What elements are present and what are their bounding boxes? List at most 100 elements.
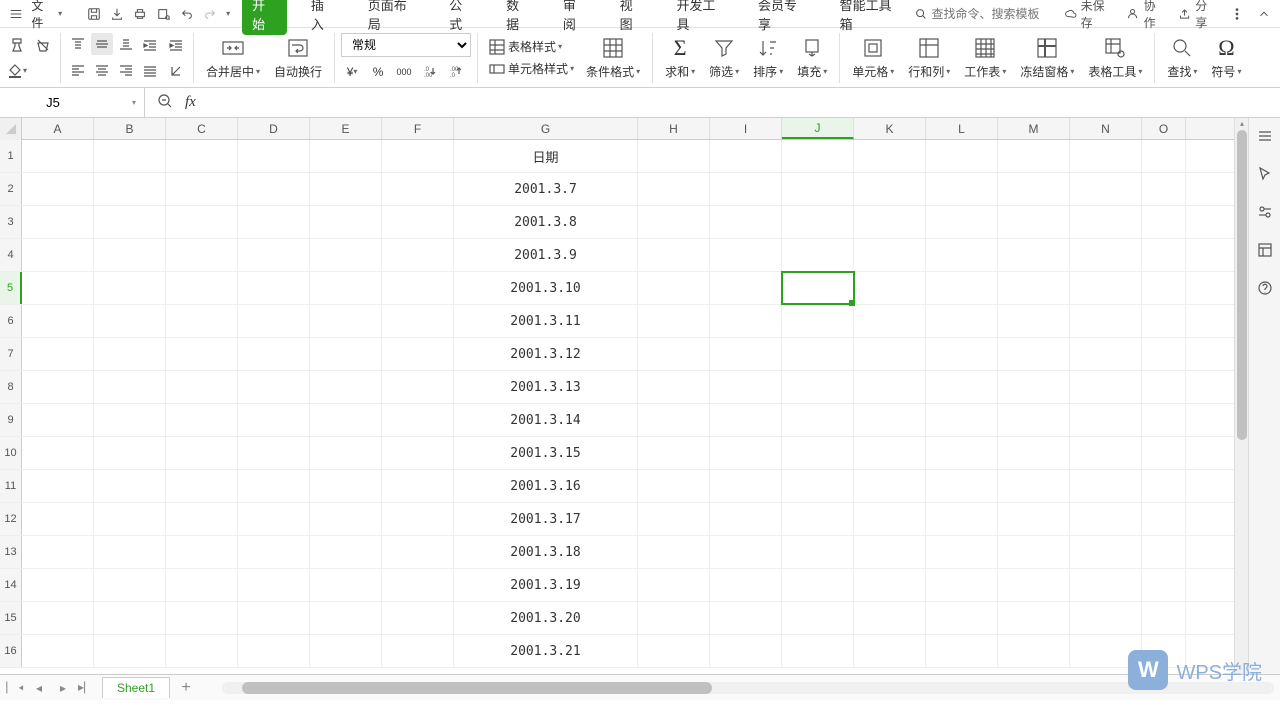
cell-H1[interactable] — [638, 140, 710, 172]
cell-L8[interactable] — [926, 371, 998, 403]
row-header-12[interactable]: 12 — [0, 503, 22, 535]
cell-J3[interactable] — [782, 206, 854, 238]
cell-A14[interactable] — [22, 569, 94, 601]
cell-K9[interactable] — [854, 404, 926, 436]
cell-J8[interactable] — [782, 371, 854, 403]
cell-C4[interactable] — [166, 239, 238, 271]
row-header-3[interactable]: 3 — [0, 206, 22, 238]
cell-C7[interactable] — [166, 338, 238, 370]
cell-M16[interactable] — [998, 635, 1070, 667]
align-top-icon[interactable] — [67, 33, 89, 55]
cell-D5[interactable] — [238, 272, 310, 304]
cell-L4[interactable] — [926, 239, 998, 271]
help-icon[interactable] — [1255, 278, 1275, 298]
search-input[interactable] — [932, 7, 1052, 21]
cell-A4[interactable] — [22, 239, 94, 271]
fill-color-icon[interactable]: ▾ — [6, 60, 28, 82]
cell-M8[interactable] — [998, 371, 1070, 403]
scroll-up-icon[interactable]: ▴ — [1237, 118, 1247, 128]
col-header-N[interactable]: N — [1070, 118, 1142, 139]
cell-H10[interactable] — [638, 437, 710, 469]
undo-icon[interactable] — [179, 6, 194, 22]
col-header-M[interactable]: M — [998, 118, 1070, 139]
cell-H2[interactable] — [638, 173, 710, 205]
cell-I5[interactable] — [710, 272, 782, 304]
sum-button[interactable]: Σ 求和▾ — [659, 33, 701, 82]
cell-C9[interactable] — [166, 404, 238, 436]
sheet-tab-active[interactable]: Sheet1 — [102, 677, 170, 698]
cell-B4[interactable] — [94, 239, 166, 271]
cell-I2[interactable] — [710, 173, 782, 205]
cell-B6[interactable] — [94, 305, 166, 337]
cell-O7[interactable] — [1142, 338, 1186, 370]
cell-I6[interactable] — [710, 305, 782, 337]
cell-K6[interactable] — [854, 305, 926, 337]
cell-C10[interactable] — [166, 437, 238, 469]
name-box-dropdown[interactable]: ▾ — [132, 98, 136, 107]
cell-D8[interactable] — [238, 371, 310, 403]
cell-O15[interactable] — [1142, 602, 1186, 634]
cell-C6[interactable] — [166, 305, 238, 337]
cell-H3[interactable] — [638, 206, 710, 238]
cell-style-button[interactable]: 单元格样式▾ — [484, 60, 578, 78]
cell-A1[interactable] — [22, 140, 94, 172]
cell-L14[interactable] — [926, 569, 998, 601]
cell-A10[interactable] — [22, 437, 94, 469]
cell-E13[interactable] — [310, 536, 382, 568]
file-menu[interactable]: 文件 ▾ — [31, 0, 62, 31]
menu-tab-9[interactable]: 智能工具箱 — [832, 0, 910, 37]
cell-L2[interactable] — [926, 173, 998, 205]
qat-dropdown[interactable]: ▾ — [226, 9, 230, 18]
share-button[interactable]: 分享 — [1178, 0, 1218, 31]
cell-J16[interactable] — [782, 635, 854, 667]
cell-J14[interactable] — [782, 569, 854, 601]
vertical-scrollbar[interactable]: ▴ — [1234, 118, 1248, 674]
cell-G3[interactable]: 2001.3.8 — [454, 206, 638, 238]
cell-H13[interactable] — [638, 536, 710, 568]
cell-J15[interactable] — [782, 602, 854, 634]
col-header-L[interactable]: L — [926, 118, 998, 139]
cell-L15[interactable] — [926, 602, 998, 634]
justify-icon[interactable] — [139, 60, 161, 82]
cell-E12[interactable] — [310, 503, 382, 535]
zoom-out-icon[interactable] — [157, 93, 173, 112]
cell-H4[interactable] — [638, 239, 710, 271]
menu-tab-5[interactable]: 审阅 — [555, 0, 596, 37]
cell-M14[interactable] — [998, 569, 1070, 601]
cell-H11[interactable] — [638, 470, 710, 502]
cell-E16[interactable] — [310, 635, 382, 667]
name-box[interactable]: ▾ — [0, 88, 145, 117]
cell-B16[interactable] — [94, 635, 166, 667]
cell-F13[interactable] — [382, 536, 454, 568]
cell-H5[interactable] — [638, 272, 710, 304]
unsaved-status[interactable]: 未保存 — [1064, 0, 1115, 31]
cell-C2[interactable] — [166, 173, 238, 205]
row-header-2[interactable]: 2 — [0, 173, 22, 205]
select-tool-icon[interactable] — [1255, 164, 1275, 184]
cell-O4[interactable] — [1142, 239, 1186, 271]
merge-center-button[interactable]: 合并居中▾ — [200, 33, 266, 82]
row-header-11[interactable]: 11 — [0, 470, 22, 502]
cell-L1[interactable] — [926, 140, 998, 172]
cell-D10[interactable] — [238, 437, 310, 469]
fill-button[interactable]: 填充▾ — [791, 33, 833, 82]
cell-M4[interactable] — [998, 239, 1070, 271]
cell-B2[interactable] — [94, 173, 166, 205]
row-header-10[interactable]: 10 — [0, 437, 22, 469]
menu-tab-2[interactable]: 页面布局 — [360, 0, 426, 37]
cell-J9[interactable] — [782, 404, 854, 436]
cell-K3[interactable] — [854, 206, 926, 238]
row-header-16[interactable]: 16 — [0, 635, 22, 667]
col-header-E[interactable]: E — [310, 118, 382, 139]
cell-E4[interactable] — [310, 239, 382, 271]
cell-J13[interactable] — [782, 536, 854, 568]
cell-B3[interactable] — [94, 206, 166, 238]
cell-B11[interactable] — [94, 470, 166, 502]
cell-G8[interactable]: 2001.3.13 — [454, 371, 638, 403]
row-header-13[interactable]: 13 — [0, 536, 22, 568]
cell-F2[interactable] — [382, 173, 454, 205]
cell-D3[interactable] — [238, 206, 310, 238]
cell-E10[interactable] — [310, 437, 382, 469]
cell-E14[interactable] — [310, 569, 382, 601]
cell-D9[interactable] — [238, 404, 310, 436]
